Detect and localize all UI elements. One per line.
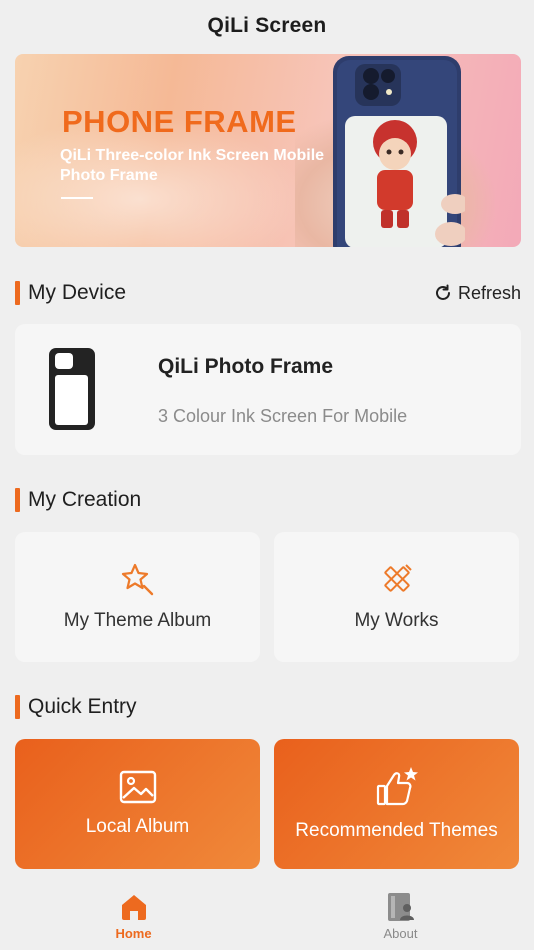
tab-home-label: Home	[115, 926, 152, 941]
local-album-label: Local Album	[85, 816, 190, 837]
quick-entry-header: Quick Entry	[15, 694, 521, 720]
my-works-card[interactable]: My Works	[274, 532, 519, 662]
bottom-tab-bar: Home About	[0, 882, 534, 950]
tab-home[interactable]: Home	[0, 882, 267, 950]
my-theme-album-label: My Theme Album	[63, 610, 212, 631]
my-theme-album-card[interactable]: My Theme Album	[15, 532, 260, 662]
phone-frame-device-icon	[49, 348, 95, 430]
my-creation-header: My Creation	[15, 487, 521, 513]
recommended-themes-label: Recommended Themes	[295, 820, 498, 841]
device-description: 3 Colour Ink Screen For Mobile	[158, 406, 408, 426]
banner-title: PHONE FRAME	[62, 104, 297, 139]
device-name: QiLi Photo Frame	[158, 355, 334, 378]
section-accent-bar	[15, 488, 20, 512]
image-icon	[119, 770, 156, 804]
recommended-themes-card[interactable]: Recommended Themes	[274, 739, 519, 869]
app-header: QiLi Screen	[0, 0, 534, 52]
quick-entry-title: Quick Entry	[28, 695, 137, 718]
section-accent-bar	[15, 695, 20, 719]
banner-subtitle: QiLi Three-color Ink Screen Mobile Photo…	[60, 147, 325, 184]
page-title: QiLi Screen	[207, 14, 327, 37]
about-icon	[387, 893, 414, 921]
star-pencil-icon	[121, 563, 153, 596]
banner-divider	[61, 197, 93, 199]
refresh-button[interactable]: Refresh	[433, 280, 521, 306]
device-card[interactable]: QiLi Photo Frame 3 Colour Ink Screen For…	[15, 324, 521, 455]
my-device-header: My Device Refresh	[15, 280, 521, 306]
home-icon	[121, 895, 146, 920]
local-album-card[interactable]: Local Album	[15, 739, 260, 869]
my-creation-title: My Creation	[28, 488, 142, 511]
refresh-icon	[436, 284, 450, 300]
tab-about-label: About	[383, 926, 418, 941]
section-accent-bar	[15, 281, 20, 305]
pencil-ruler-icon	[383, 564, 412, 592]
tab-about[interactable]: About	[267, 882, 534, 950]
refresh-label: Refresh	[457, 282, 521, 303]
banner-phone-image	[333, 56, 465, 247]
promo-banner[interactable]: PHONE FRAME QiLi Three-color Ink Screen …	[15, 54, 521, 247]
my-device-title: My Device	[28, 281, 127, 304]
thumbs-up-star-icon	[376, 767, 418, 806]
my-works-label: My Works	[354, 610, 439, 631]
